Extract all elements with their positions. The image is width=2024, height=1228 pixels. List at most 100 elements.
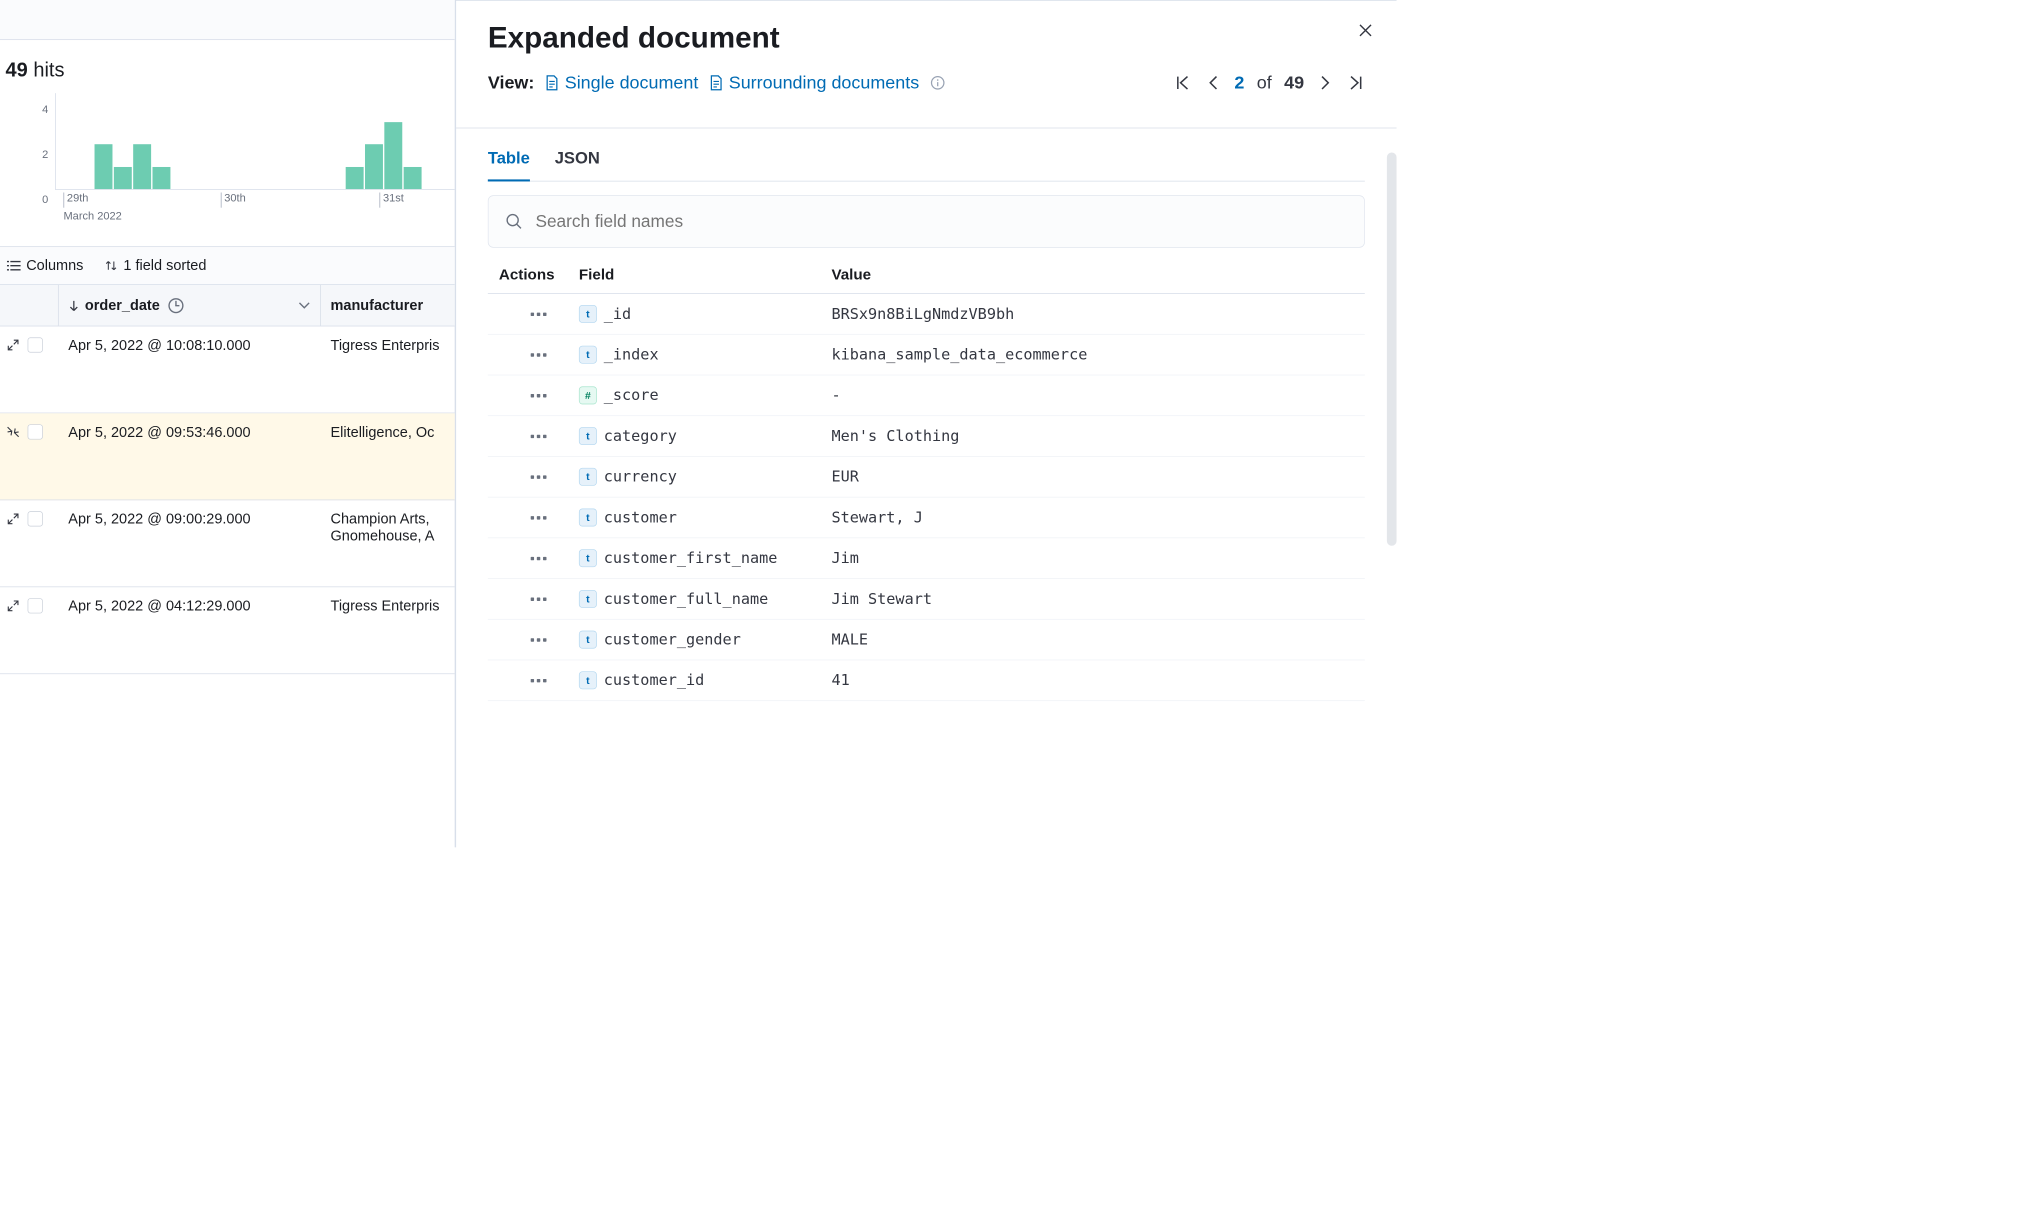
- doc-icon: [709, 74, 723, 91]
- cell-order-date: Apr 5, 2022 @ 10:08:10.000: [59, 326, 321, 412]
- discover-main-panel: 49 hits 4 2 0 29th30th31st March 2022 Co…: [0, 0, 455, 847]
- row-checkbox[interactable]: [28, 424, 43, 439]
- field-actions-button[interactable]: [499, 311, 579, 317]
- chart-bar[interactable]: [133, 144, 151, 189]
- grid-header-order-date[interactable]: order_date: [59, 285, 321, 326]
- field-actions-button[interactable]: [499, 433, 579, 439]
- expand-row-icon[interactable]: [6, 337, 21, 352]
- columns-icon: [7, 259, 21, 271]
- chart-bar[interactable]: [95, 144, 113, 189]
- expand-row-icon[interactable]: [6, 511, 21, 526]
- chart-bar[interactable]: [114, 167, 132, 189]
- field-type-badge: t: [579, 671, 597, 689]
- single-document-link[interactable]: Single document: [545, 72, 698, 93]
- field-row: t currency EUR: [488, 457, 1365, 498]
- chart-bar[interactable]: [346, 167, 364, 189]
- field-name: currency: [604, 468, 677, 485]
- doc-tabs: Table JSON: [488, 149, 1365, 181]
- hits-count: 49: [6, 59, 28, 81]
- flyout-subheader: View: Single document Surrounding docume…: [488, 72, 1365, 93]
- field-row: t _id BRSx9n8BiLgNmdzVB9bh: [488, 294, 1365, 335]
- chart-plot-area: [55, 93, 455, 190]
- row-checkbox[interactable]: [28, 511, 43, 526]
- table-row[interactable]: Apr 5, 2022 @ 04:12:29.000 Tigress Enter…: [0, 587, 455, 674]
- tab-json[interactable]: JSON: [555, 149, 600, 181]
- field-value: EUR: [831, 468, 1353, 485]
- view-label: View:: [488, 72, 535, 93]
- field-type-badge: t: [579, 305, 597, 323]
- field-value: MALE: [831, 631, 1353, 648]
- search-icon: [505, 213, 523, 231]
- hits-summary: 49 hits: [0, 40, 455, 88]
- surrounding-documents-link[interactable]: Surrounding documents: [709, 72, 919, 93]
- field-row: t category Men's Clothing: [488, 416, 1365, 457]
- sort-desc-icon: [68, 299, 79, 311]
- clock-icon: [168, 298, 183, 313]
- field-actions-button[interactable]: [499, 596, 579, 602]
- grid-header-controls: [0, 285, 59, 326]
- row-checkbox[interactable]: [28, 337, 43, 352]
- chart-bar[interactable]: [365, 144, 383, 189]
- field-actions-button[interactable]: [499, 393, 579, 399]
- first-page-button[interactable]: [1174, 73, 1192, 91]
- field-value: Men's Clothing: [831, 427, 1353, 444]
- flyout-body: Table JSON Actions Field Value t _id BRS…: [456, 128, 1396, 847]
- field-type-badge: t: [579, 346, 597, 364]
- expanded-document-flyout: Expanded document View: Single document …: [455, 0, 1396, 847]
- field-row: t customer_first_name Jim: [488, 538, 1365, 579]
- field-table-header: Actions Field Value: [488, 256, 1365, 294]
- expand-row-icon[interactable]: [6, 598, 21, 613]
- field-actions-button[interactable]: [499, 555, 579, 561]
- field-actions-button[interactable]: [499, 474, 579, 480]
- field-type-badge: t: [579, 468, 597, 486]
- field-actions-button[interactable]: [499, 637, 579, 643]
- grid-header-manufacturer[interactable]: manufacturer: [321, 285, 455, 326]
- field-row: t _index kibana_sample_data_ecommerce: [488, 335, 1365, 376]
- field-row: t customer_gender MALE: [488, 620, 1365, 661]
- chart-bar[interactable]: [404, 167, 422, 189]
- field-value: 41: [831, 672, 1353, 689]
- table-row[interactable]: Apr 5, 2022 @ 10:08:10.000 Tigress Enter…: [0, 326, 455, 413]
- last-page-button[interactable]: [1347, 73, 1365, 91]
- field-name: customer_gender: [604, 631, 741, 648]
- sort-icon: [104, 259, 118, 273]
- row-checkbox[interactable]: [28, 598, 43, 613]
- flyout-title: Expanded document: [488, 21, 1365, 55]
- table-row[interactable]: Apr 5, 2022 @ 09:00:29.000 Champion Arts…: [0, 500, 455, 587]
- cell-manufacturer: Champion Arts, Gnomehouse, A: [321, 500, 455, 586]
- field-actions-button[interactable]: [499, 352, 579, 358]
- cell-manufacturer: Tigress Enterpris: [321, 587, 455, 673]
- tab-table[interactable]: Table: [488, 149, 530, 181]
- grid-toolbar: Columns 1 field sorted: [0, 246, 455, 285]
- histogram-chart[interactable]: 4 2 0 29th30th31st March 2022: [0, 88, 455, 247]
- sort-button[interactable]: 1 field sorted: [104, 257, 206, 274]
- info-icon[interactable]: [930, 75, 945, 90]
- field-name: customer_first_name: [604, 550, 778, 567]
- cell-order-date: Apr 5, 2022 @ 09:53:46.000: [59, 413, 321, 499]
- chart-bar[interactable]: [152, 167, 170, 189]
- table-row[interactable]: Apr 5, 2022 @ 09:53:46.000 Elitelligence…: [0, 413, 455, 500]
- field-actions-button[interactable]: [499, 678, 579, 684]
- flyout-header: Expanded document View: Single document …: [456, 1, 1396, 107]
- prev-page-button[interactable]: [1204, 73, 1222, 91]
- field-name: customer_id: [604, 672, 705, 689]
- field-value: -: [831, 387, 1353, 404]
- top-bar: [0, 0, 455, 40]
- field-actions-button[interactable]: [499, 515, 579, 521]
- field-row: t customer_full_name Jim Stewart: [488, 579, 1365, 620]
- chevron-down-icon[interactable]: [298, 301, 310, 309]
- field-search-input[interactable]: [535, 211, 1347, 231]
- chart-bar[interactable]: [384, 122, 402, 189]
- field-type-badge: t: [579, 590, 597, 608]
- field-name: customer: [604, 509, 677, 526]
- scrollbar[interactable]: [1387, 152, 1397, 545]
- field-value: Jim Stewart: [831, 590, 1353, 607]
- field-search-box[interactable]: [488, 195, 1365, 247]
- chart-x-tick: 31st: [380, 193, 404, 208]
- expand-row-icon[interactable]: [6, 424, 21, 439]
- cell-order-date: Apr 5, 2022 @ 09:00:29.000: [59, 500, 321, 586]
- columns-button[interactable]: Columns: [7, 257, 84, 274]
- header-actions: Actions: [499, 266, 579, 284]
- next-page-button[interactable]: [1317, 73, 1335, 91]
- field-name: category: [604, 427, 677, 444]
